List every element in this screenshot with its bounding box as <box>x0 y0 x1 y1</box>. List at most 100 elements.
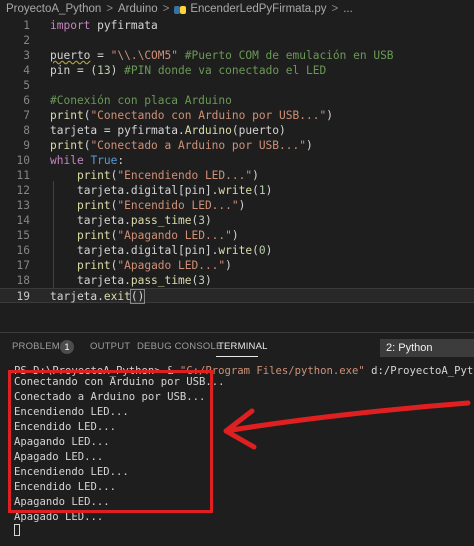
paren-token: () <box>129 289 146 304</box>
paren-token: ) <box>305 139 313 152</box>
line-number: 2 <box>23 34 30 47</box>
line-number: 16 <box>16 244 30 257</box>
highlight-annotation-box <box>8 370 213 513</box>
breadcrumb-item-more[interactable]: ... <box>343 3 353 15</box>
line-number: 10 <box>16 154 30 167</box>
string-token: "Apagado LED..." <box>117 259 226 272</box>
terminal-selector[interactable]: 2: Python <box>380 339 474 357</box>
function-token: Arduino <box>184 124 232 137</box>
number-token: 3 <box>198 274 205 287</box>
tab-debug-console[interactable]: DEBUG CONSOLE <box>137 341 222 352</box>
line-number: 12 <box>16 184 30 197</box>
code-line[interactable]: 7 print("Conectando con Arduino por USB.… <box>0 108 474 123</box>
problems-count-badge: 1 <box>60 340 74 354</box>
paren-token: ) <box>204 274 212 287</box>
module-token: pyfirmata <box>90 19 158 32</box>
code-line[interactable]: 2 <box>0 33 474 48</box>
string-token: "Conectado a Arduino por USB..." <box>90 139 306 152</box>
builtin-token: True <box>90 154 118 167</box>
python-file-icon <box>174 5 187 15</box>
line-number: 7 <box>23 109 30 122</box>
string-token: "Apagando LED..." <box>117 229 232 242</box>
variable-token: tarjeta. <box>76 214 131 227</box>
colon-token: : <box>117 154 125 167</box>
code-line[interactable]: 11 print("Encendiendo LED...") <box>0 168 474 183</box>
variable-token: tarjeta = pyfirmata. <box>50 124 185 137</box>
code-line[interactable]: 10 while True: <box>0 153 474 168</box>
tab-output[interactable]: OUTPUT <box>90 341 130 352</box>
code-line[interactable]: 17 print("Apagado LED...") <box>0 258 474 273</box>
string-token: "\\.\COM5" <box>110 49 178 62</box>
panel-tab-bar: PROBLEMS 1 OUTPUT DEBUG CONSOLE TERMINAL… <box>0 333 474 361</box>
line-number: 15 <box>16 229 30 242</box>
line-number: 9 <box>23 139 30 152</box>
string-token: "Conectando con Arduino por USB..." <box>90 109 327 122</box>
paren-token: ) <box>265 184 273 197</box>
paren-token: ) <box>265 244 273 257</box>
line-number: 8 <box>23 124 30 137</box>
paren-token: ) <box>110 64 125 77</box>
code-editor[interactable]: 1 import pyfirmata 2 3 puerto = "\\.\COM… <box>0 18 474 325</box>
function-token: write <box>218 184 253 197</box>
paren-token: ) <box>238 199 246 212</box>
function-token: print <box>76 169 111 182</box>
terminal-cursor <box>14 524 20 536</box>
chevron-right-icon: > <box>106 3 113 15</box>
comment-token: #Puerto COM de emulación en USB <box>178 49 394 62</box>
paren-token: ) <box>326 109 333 122</box>
chevron-right-icon: > <box>331 3 339 15</box>
operator-token: = <box>90 49 111 62</box>
code-line[interactable]: 16 tarjeta.digital[pin].write(0) <box>0 243 474 258</box>
variable-token: tarjeta.digital[pin]. <box>76 184 219 197</box>
line-number: 17 <box>16 259 30 272</box>
code-line[interactable]: 3 puerto = "\\.\COM5" #Puerto COM de emu… <box>0 48 474 63</box>
comment-token: #PIN donde va conectado el LED <box>124 64 327 77</box>
breadcrumb-item-project[interactable]: ProyectoA_Python <box>6 3 101 15</box>
terminal-script-path: d:/ProyectoA_Python/Arduino <box>371 365 474 377</box>
function-token: print <box>50 139 84 152</box>
code-line[interactable]: 1 import pyfirmata <box>0 18 474 33</box>
breadcrumb: ProyectoA_Python > Arduino > EncenderLed… <box>0 0 474 18</box>
operator-token: = ( <box>70 64 98 77</box>
breadcrumb-item-file[interactable]: EncenderLedPyFirmata.py <box>190 3 326 15</box>
variable-token: pin <box>50 64 71 77</box>
string-token: "Encendiendo LED..." <box>117 169 253 182</box>
code-line[interactable]: 5 <box>0 78 474 93</box>
number-token: 13 <box>97 64 111 77</box>
arrow-left-icon <box>223 400 471 450</box>
code-line[interactable]: 15 print("Apagando LED...") <box>0 228 474 243</box>
line-number: 5 <box>23 79 30 92</box>
code-line[interactable]: 18 tarjeta.pass_time(3) <box>0 273 474 288</box>
code-line-active[interactable]: 19 tarjeta.exit() <box>0 288 474 304</box>
variable-token: tarjeta.digital[pin]. <box>76 244 219 257</box>
code-line[interactable]: 6 #Conexión con placa Arduino <box>0 93 474 108</box>
code-line[interactable]: 8 tarjeta = pyfirmata.Arduino(puerto) <box>0 123 474 138</box>
function-token: print <box>50 109 84 122</box>
function-token: print <box>76 259 111 272</box>
code-line[interactable]: 14 tarjeta.pass_time(3) <box>0 213 474 228</box>
line-number: 1 <box>23 19 30 32</box>
code-line[interactable]: 13 print("Encendido LED...") <box>0 198 474 213</box>
code-line[interactable]: 12 tarjeta.digital[pin].write(1) <box>0 183 474 198</box>
function-token: pass_time <box>130 274 192 287</box>
variable-token: puerto <box>50 49 91 62</box>
line-number: 11 <box>16 169 30 182</box>
function-token: print <box>76 199 111 212</box>
args-token: (puerto) <box>231 124 286 137</box>
paren-token: ) <box>231 229 239 242</box>
line-number: 6 <box>23 94 30 107</box>
variable-token: tarjeta. <box>76 274 131 287</box>
function-token: pass_time <box>130 214 192 227</box>
code-line[interactable]: 4 pin = (13) #PIN donde va conectado el … <box>0 63 474 78</box>
number-token: 1 <box>258 184 266 197</box>
active-tab-indicator <box>216 356 258 357</box>
line-number: 14 <box>16 214 30 227</box>
breadcrumb-item-folder[interactable]: Arduino <box>118 3 158 15</box>
tab-problems[interactable]: PROBLEMS <box>12 341 66 352</box>
paren-token: ) <box>204 214 212 227</box>
paren-token: ( <box>252 244 259 257</box>
code-line[interactable]: 9 print("Conectado a Arduino por USB..."… <box>0 138 474 153</box>
string-token: "Encendido LED..." <box>117 199 239 212</box>
line-number: 3 <box>23 49 30 62</box>
tab-terminal[interactable]: TERMINAL <box>218 341 268 352</box>
